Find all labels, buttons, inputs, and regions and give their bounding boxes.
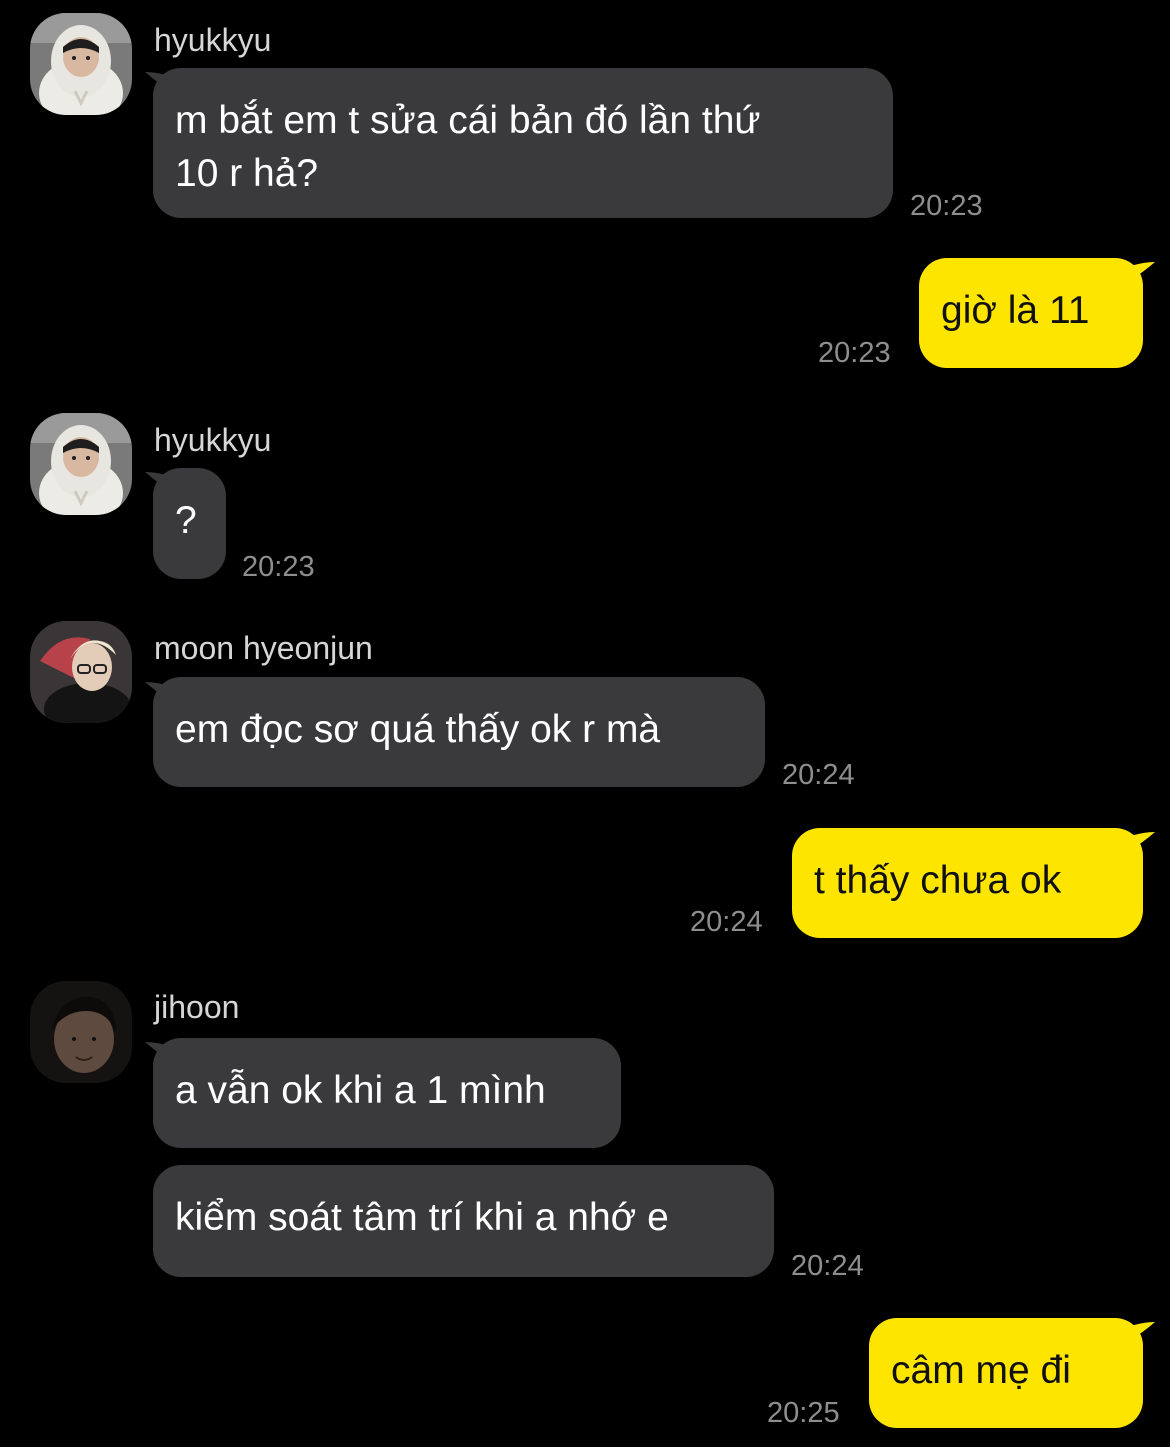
avatar-jihoon-icon[interactable] bbox=[30, 981, 132, 1083]
message-bubble[interactable]: em đọc sơ quá thấy ok r mà bbox=[153, 677, 765, 787]
message-timestamp: 20:25 bbox=[767, 1397, 840, 1429]
sender-name: jihoon bbox=[154, 989, 240, 1025]
message-bubble[interactable]: ? bbox=[153, 468, 226, 579]
message-bubble[interactable]: giờ là 11 bbox=[919, 258, 1143, 368]
message-bubble[interactable]: a vẫn ok khi a 1 mình bbox=[153, 1038, 621, 1148]
message-timestamp: 20:23 bbox=[818, 337, 891, 369]
sender-name: moon hyeonjun bbox=[154, 630, 373, 666]
message-bubble[interactable]: m bắt em t sửa cái bản đó lần thứ 10 r h… bbox=[153, 68, 893, 218]
message-bubble[interactable]: câm mẹ đi bbox=[869, 1318, 1143, 1428]
message-bubble[interactable]: t thấy chưa ok bbox=[792, 828, 1143, 938]
message-timestamp: 20:24 bbox=[782, 759, 855, 791]
chat-thread[interactable]: hyukkyu m bắt em t sửa cái bản đó lần th… bbox=[0, 0, 1170, 1447]
message-timestamp: 20:24 bbox=[791, 1250, 864, 1282]
message-bubble[interactable]: kiểm soát tâm trí khi a nhớ e bbox=[153, 1165, 774, 1277]
message-timestamp: 20:24 bbox=[690, 906, 763, 938]
avatar-moon-hyeonjun-icon[interactable] bbox=[30, 621, 132, 723]
avatar-hyukkyu-icon[interactable] bbox=[30, 413, 132, 515]
sender-name: hyukkyu bbox=[154, 22, 272, 58]
message-timestamp: 20:23 bbox=[910, 190, 983, 222]
message-timestamp: 20:23 bbox=[242, 551, 315, 583]
sender-name: hyukkyu bbox=[154, 422, 272, 458]
avatar-hyukkyu-icon[interactable] bbox=[30, 13, 132, 115]
